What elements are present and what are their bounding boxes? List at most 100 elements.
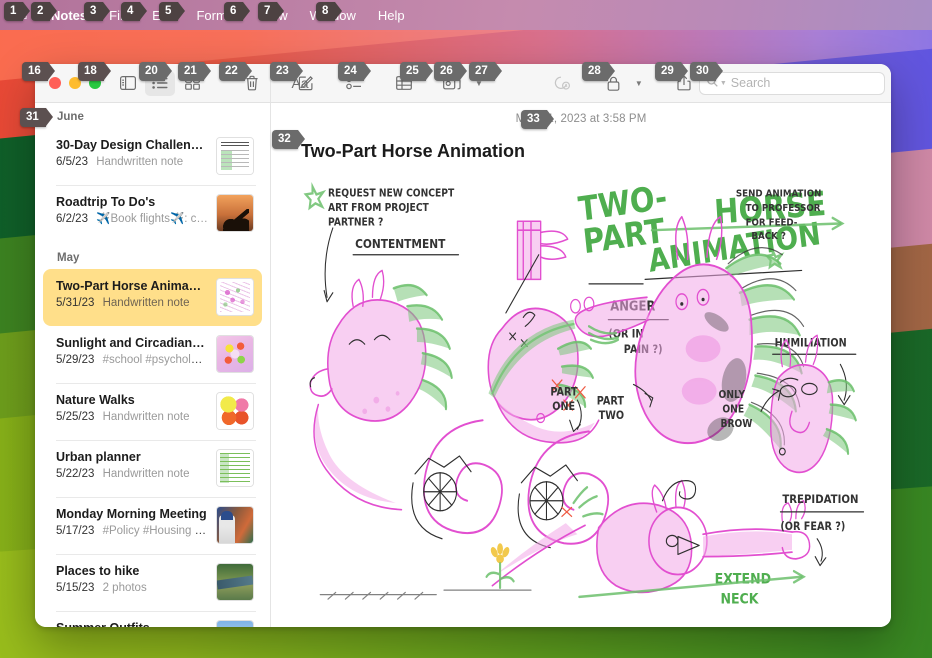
badge-16: 16 [22,62,55,81]
note-thumbnail [216,506,254,544]
svg-text:PART: PART [597,395,625,408]
note-thumbnail [216,620,254,627]
svg-text:ART FROM PROJECT: ART FROM PROJECT [328,203,429,215]
note-title: Summer Outfits [56,620,208,627]
badge-32: 32 [272,130,305,149]
badge-18: 18 [78,62,111,81]
badge-26: 26 [434,62,467,81]
svg-text:(OR FEAR ?): (OR FEAR ?) [780,520,845,533]
month-header-june: June [57,111,84,123]
badge-24: 24 [338,62,371,81]
note-date: 6/2/23 [56,213,88,225]
svg-text:PART: PART [550,386,578,399]
note-list-item-sunlight-and-circadian[interactable]: Sunlight and Circadian… 5/29/23 #school … [43,326,262,383]
svg-text:TREPIDATION: TREPIDATION [782,492,858,506]
note-list-item-summer-outfits[interactable]: Summer Outfits 5/15/23 [43,611,262,627]
svg-text:CONTENTMENT: CONTENTMENT [355,236,445,251]
badge-28: 28 [582,62,615,81]
badge-3: 3 [84,2,111,21]
badge-4: 4 [121,2,148,21]
lock-chevron-down-icon[interactable]: ▼ [635,79,643,88]
badge-29: 29 [655,62,688,81]
svg-text:ONLY: ONLY [719,389,746,401]
note-list-item-monday-morning-meeting[interactable]: Monday Morning Meeting 5/17/23 #Policy #… [43,497,262,554]
note-title-heading: Two-Part Horse Animation [301,141,526,161]
note-list-item-two-part-horse-animation[interactable]: Two-Part Horse Anima… 5/31/23 Handwritte… [43,269,262,326]
note-title: Urban planner [56,450,141,464]
badge-27: 27 [469,62,502,81]
badge-33: 33 [521,110,554,129]
note-list-item-urban-planner[interactable]: Urban planner 5/22/23 Handwritten note [43,440,262,497]
note-title: Two-Part Horse Anima… [56,279,202,293]
note-date: 5/22/23 [56,468,95,480]
menu-item-help[interactable]: Help [367,8,416,23]
note-thumbnail [216,194,254,232]
note-snippet: Handwritten note [102,411,190,423]
notes-window: Aa ▼ ▼ ▼ Search June 30-Day Design Chall… [35,64,891,627]
search-field[interactable]: ▼ Search [698,71,885,95]
note-thumbnail [216,335,254,373]
note-snippet: Handwritten note [96,156,184,168]
sketch-drawing: .hw { font-family:"DejaVu Sans", sans-se… [303,181,865,608]
svg-text:ONE: ONE [552,401,575,414]
note-snippet: 2 photos [102,582,147,594]
note-snippet: #Policy #Housing #… [102,525,208,537]
svg-text:FOR FEED-: FOR FEED- [746,217,798,229]
note-list[interactable]: June 30-Day Design Challen… 6/5/23 Handw… [35,103,271,627]
badge-1: 1 [4,2,31,21]
svg-text:BACK ?: BACK ? [751,231,786,243]
svg-text:REQUEST NEW CONCEPT: REQUEST NEW CONCEPT [328,188,454,200]
svg-text:PARTNER ?: PARTNER ? [328,217,384,229]
badge-23: 23 [270,62,303,81]
note-snippet: #school #psycholo… [102,354,208,366]
svg-text:HUMILIATION: HUMILIATION [775,337,847,350]
note-list-item-places-to-hike[interactable]: Places to hike 5/15/23 2 photos [43,554,262,611]
svg-text:ONE: ONE [722,404,744,416]
svg-text:TWO: TWO [599,409,625,422]
svg-text:SEND ANIMATION: SEND ANIMATION [736,188,821,200]
handwritten-sketch-canvas[interactable]: .hw { font-family:"DejaVu Sans", sans-se… [299,181,879,617]
badge-8: 8 [316,2,343,21]
collaborate-button[interactable] [547,71,577,96]
note-snippet: Handwritten note [102,468,190,480]
note-title: Places to hike [56,564,140,578]
note-title: Nature Walks [56,393,135,407]
note-title: Sunlight and Circadian… [56,336,205,350]
note-date: 6/5/23 [56,156,88,168]
note-date: 5/15/23 [56,582,95,594]
badge-21: 21 [178,62,211,81]
note-date: 5/29/23 [56,354,95,366]
svg-text:BROW: BROW [720,418,752,430]
note-thumbnail [216,137,254,175]
note-thumbnail [216,392,254,430]
search-input[interactable]: Search [731,76,771,90]
note-detail-pane[interactable]: May 31, 2023 at 3:58 PM Two-Part Horse A… [271,103,891,627]
note-snippet: ✈️Book flights✈️: c… [96,213,208,225]
note-thumbnail [216,449,254,487]
badge-20: 20 [139,62,172,81]
note-date: 5/31/23 [56,297,95,309]
badge-2: 2 [31,2,58,21]
note-thumbnail [216,278,254,316]
note-title: Monday Morning Meeting [56,507,207,521]
badge-7: 7 [258,2,285,21]
note-snippet: Handwritten note [102,297,190,309]
note-list-item-nature-walks[interactable]: Nature Walks 5/25/23 Handwritten note [43,383,262,440]
note-date: 5/25/23 [56,411,95,423]
svg-text:TO PROFESSOR: TO PROFESSOR [746,203,822,215]
badge-6: 6 [224,2,251,21]
badge-31: 31 [20,108,53,127]
month-header-may: May [57,252,80,264]
note-list-item-roadtrip-to-dos[interactable]: Roadtrip To Do's 6/2/23 ✈️Book flights✈️… [43,185,262,242]
badge-25: 25 [400,62,433,81]
search-chevron-down-icon[interactable]: ▼ [720,80,727,87]
badge-30: 30 [690,62,723,81]
note-title: 30-Day Design Challen… [56,138,204,152]
badge-5: 5 [159,2,186,21]
note-list-item-30-day-design-challenge[interactable]: 30-Day Design Challen… 6/5/23 Handwritte… [43,128,262,185]
badge-22: 22 [219,62,252,81]
svg-text:NECK: NECK [720,591,758,608]
note-date: 5/17/23 [56,525,95,537]
note-title: Roadtrip To Do's [56,195,156,209]
note-timestamp: May 31, 2023 at 3:58 PM [515,113,647,125]
